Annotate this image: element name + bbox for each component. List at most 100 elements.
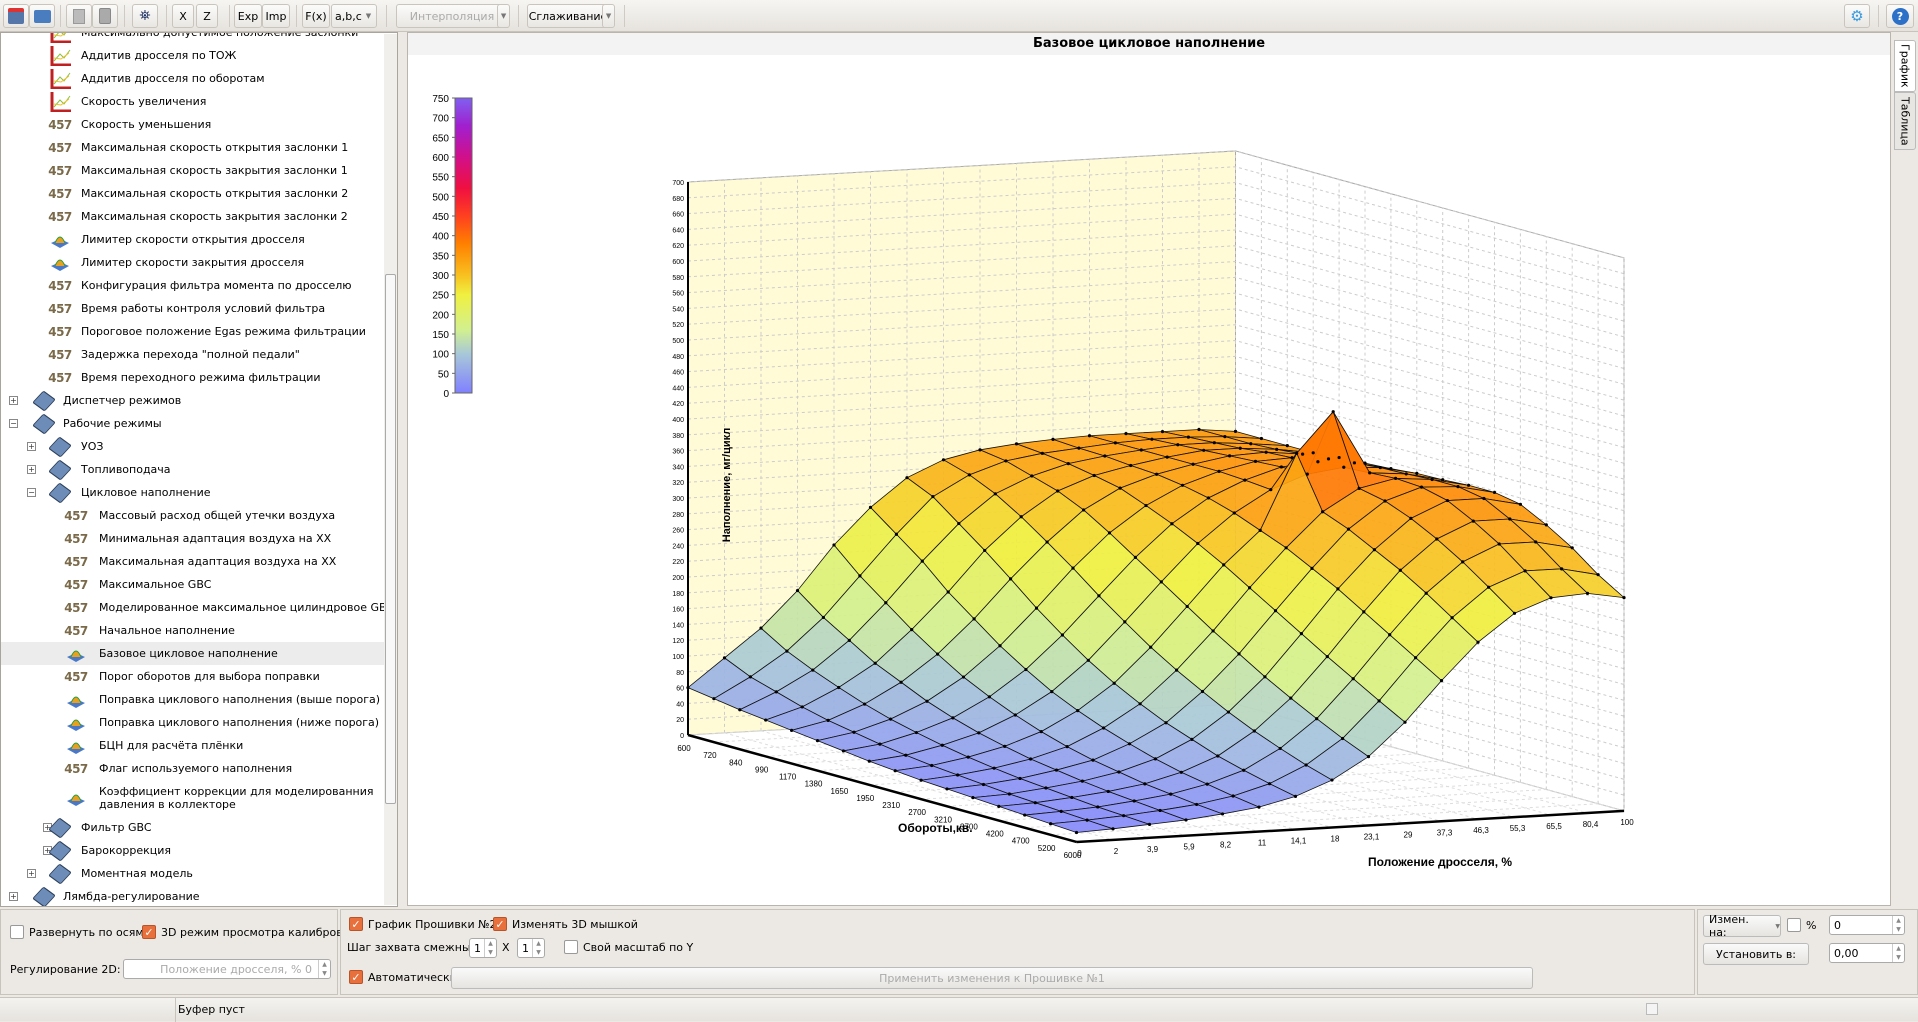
open-button[interactable]: [29, 4, 55, 28]
tree-item[interactable]: + Фильтр GBC: [1, 816, 385, 839]
check-icon: ✓: [142, 925, 156, 939]
spin-arrows-icon[interactable]: ▲ ▼: [532, 939, 544, 957]
set-to-button[interactable]: Установить в:: [1703, 943, 1809, 965]
calibration-tree[interactable]: Максимально допустимое положение заслонк…: [0, 32, 398, 907]
expander-icon[interactable]: +: [27, 868, 36, 878]
auto-checkbox[interactable]: ✓ Автоматически: [349, 970, 457, 984]
tree-item[interactable]: 457 Максимальная адаптация воздуха на ХХ: [1, 550, 385, 573]
spin-arrows-icon[interactable]: ▲ ▼: [318, 960, 330, 978]
tree-item[interactable]: 457 Максимальная скорость открытия заслон…: [1, 136, 385, 159]
settings-button[interactable]: ⚙: [1844, 4, 1870, 28]
tree-item[interactable]: + Моментная модель: [1, 862, 385, 885]
tree-item[interactable]: 457 Минимальная адаптация воздуха на ХХ: [1, 527, 385, 550]
tree-item[interactable]: Поправка циклового наполнения (выше поро…: [1, 688, 385, 711]
tree-item[interactable]: + Лямбда-регулирование: [1, 885, 385, 906]
tree-item[interactable]: 457 Пороговое положение Egas режима фильт…: [1, 320, 385, 343]
data-point: [941, 458, 946, 462]
own-scale-checkbox[interactable]: Свой масштаб по Y: [564, 940, 693, 954]
export-button[interactable]: Exp: [234, 4, 262, 28]
tab-table[interactable]: Таблица: [1894, 92, 1916, 150]
tree-scrollbar[interactable]: [384, 34, 397, 905]
expander-icon[interactable]: +: [27, 441, 36, 451]
spin-arrows-icon[interactable]: ▲ ▼: [1892, 916, 1904, 934]
change-mode-dropdown[interactable]: Измен. на: ▼: [1703, 913, 1781, 939]
step-x-spinbox[interactable]: 1 ▲ ▼: [469, 938, 497, 958]
mouse3d-checkbox[interactable]: ✓ Изменять 3D мышкой: [493, 917, 638, 931]
graph2-checkbox[interactable]: ✓ График Прошивки №2: [349, 917, 497, 931]
reg2d-spinbox[interactable]: Положение дросселя, % 0 ▲ ▼: [123, 959, 331, 979]
coefficients-dropdown[interactable]: a,b,c ▼: [331, 4, 377, 28]
tree-item[interactable]: БЦН для расчёта плёнки: [1, 734, 385, 757]
import-button[interactable]: Imp: [262, 4, 290, 28]
tree-item[interactable]: Лимитер скорости открытия дросселя: [1, 228, 385, 251]
paste-button[interactable]: [92, 4, 118, 28]
tree-item[interactable]: 457 Порог оборотов для выбора поправки: [1, 665, 385, 688]
z-tick-label: 600: [672, 259, 684, 266]
tree-item[interactable]: Поправка циклового наполнения (ниже поро…: [1, 711, 385, 734]
tree-item[interactable]: Максимально допустимое положение заслонк…: [1, 33, 385, 44]
tree-item[interactable]: 457 Массовый расход общей утечки воздуха: [1, 504, 385, 527]
data-point: [1139, 448, 1143, 452]
percent-checkbox[interactable]: %: [1787, 918, 1816, 932]
change-value-spinbox[interactable]: 0 ▲ ▼: [1829, 915, 1905, 935]
step-y-spinbox[interactable]: 1 ▲ ▼: [517, 938, 545, 958]
expander-icon[interactable]: −: [27, 487, 36, 497]
set-value-spinbox[interactable]: 0,00 ▲ ▼: [1829, 943, 1905, 963]
x-button[interactable]: X: [172, 4, 194, 28]
spin-arrows-icon[interactable]: ▲ ▼: [1892, 944, 1904, 962]
tree-item[interactable]: 457 Время работы контроля условий фильтра: [1, 297, 385, 320]
spin-arrows-icon[interactable]: ▲ ▼: [484, 939, 496, 957]
z-tick-label: 100: [672, 654, 684, 661]
tree-item[interactable]: + Барокоррекция: [1, 839, 385, 862]
tree-item[interactable]: 457 Время переходного режима фильтрации: [1, 366, 385, 389]
expander-icon[interactable]: −: [9, 418, 18, 428]
interpolation-button[interactable]: Интерполяция: [396, 4, 508, 28]
tree-item[interactable]: 457 Конфигурация фильтра момента по дросс…: [1, 274, 385, 297]
expander-icon[interactable]: +: [27, 464, 36, 474]
tree-item[interactable]: 457 Максимальная скорость открытия заслон…: [1, 182, 385, 205]
tree-item[interactable]: + Диспетчер режимов: [1, 389, 385, 412]
tree-item[interactable]: + Топливоподача: [1, 458, 385, 481]
tree-item[interactable]: 457 Максимальное GBC: [1, 573, 385, 596]
tree-item[interactable]: 457 Моделированное максимальное цилиндров…: [1, 596, 394, 619]
data-point: [1024, 667, 1028, 672]
function-button[interactable]: F(x): [302, 4, 330, 28]
mode3d-checkbox[interactable]: ✓ 3D режим просмотра калибровки: [142, 925, 357, 939]
tree-item[interactable]: 457 Максимальная скорость закрытия заслон…: [1, 205, 385, 228]
tree-item[interactable]: 457 Максимальная скорость закрытия заслон…: [1, 159, 385, 182]
tree-item[interactable]: − Рабочие режимы: [1, 412, 385, 435]
copy-button[interactable]: [66, 4, 92, 28]
tree-item[interactable]: Аддитив дросселя по ТОЖ: [1, 44, 385, 67]
tree-item[interactable]: Базовое цикловое наполнение: [1, 642, 385, 665]
apply-button[interactable]: Применить изменения к Прошивке №1: [451, 967, 1533, 989]
scrollbar-thumb[interactable]: [385, 274, 396, 804]
tree-item[interactable]: 457 Начальное наполнение: [1, 619, 385, 642]
z-button[interactable]: Z: [196, 4, 218, 28]
tree-item[interactable]: 457 Флаг используемого наполнения: [1, 757, 385, 780]
z-tick-label: 40: [676, 701, 684, 708]
smoothing-button[interactable]: Сглаживание: [527, 4, 609, 28]
tab-graph[interactable]: График: [1894, 40, 1916, 92]
smoothing-dropdown[interactable]: ▼: [602, 4, 615, 28]
save-button[interactable]: [3, 4, 29, 28]
tree-item-label: Коэффициент коррекции для моделированния…: [99, 785, 373, 811]
tree-item[interactable]: Лимитер скорости закрытия дросселя: [1, 251, 385, 274]
expander-icon[interactable]: +: [9, 395, 18, 405]
tree-item[interactable]: + УОЗ: [1, 435, 385, 458]
expand-axes-checkbox[interactable]: Развернуть по осям: [10, 925, 144, 939]
tree-item-text: Барокоррекция: [81, 844, 172, 857]
tree-item[interactable]: − Цикловое наполнение: [1, 481, 385, 504]
tree-item[interactable]: Аддитив дросселя по оборотам: [1, 67, 385, 90]
expander-icon[interactable]: +: [9, 891, 18, 901]
tree-item[interactable]: Скорость увеличения: [1, 90, 385, 113]
tree-item[interactable]: 457 Задержка перехода "полной педали": [1, 343, 385, 366]
data-point: [1060, 633, 1064, 637]
data-point: [1471, 519, 1475, 523]
interpolation-dropdown[interactable]: ▼: [497, 4, 510, 28]
surface-plot[interactable]: 0204060801001201401601802002202402602803…: [408, 55, 1892, 907]
tree-item[interactable]: 457 Скорость уменьшения: [1, 113, 385, 136]
find-button[interactable]: ⛯: [132, 4, 158, 28]
tree-item-label: Моментная модель: [81, 867, 193, 880]
help-button[interactable]: ?: [1886, 4, 1914, 28]
tree-item[interactable]: Коэффициент коррекции для моделированния…: [1, 780, 385, 816]
